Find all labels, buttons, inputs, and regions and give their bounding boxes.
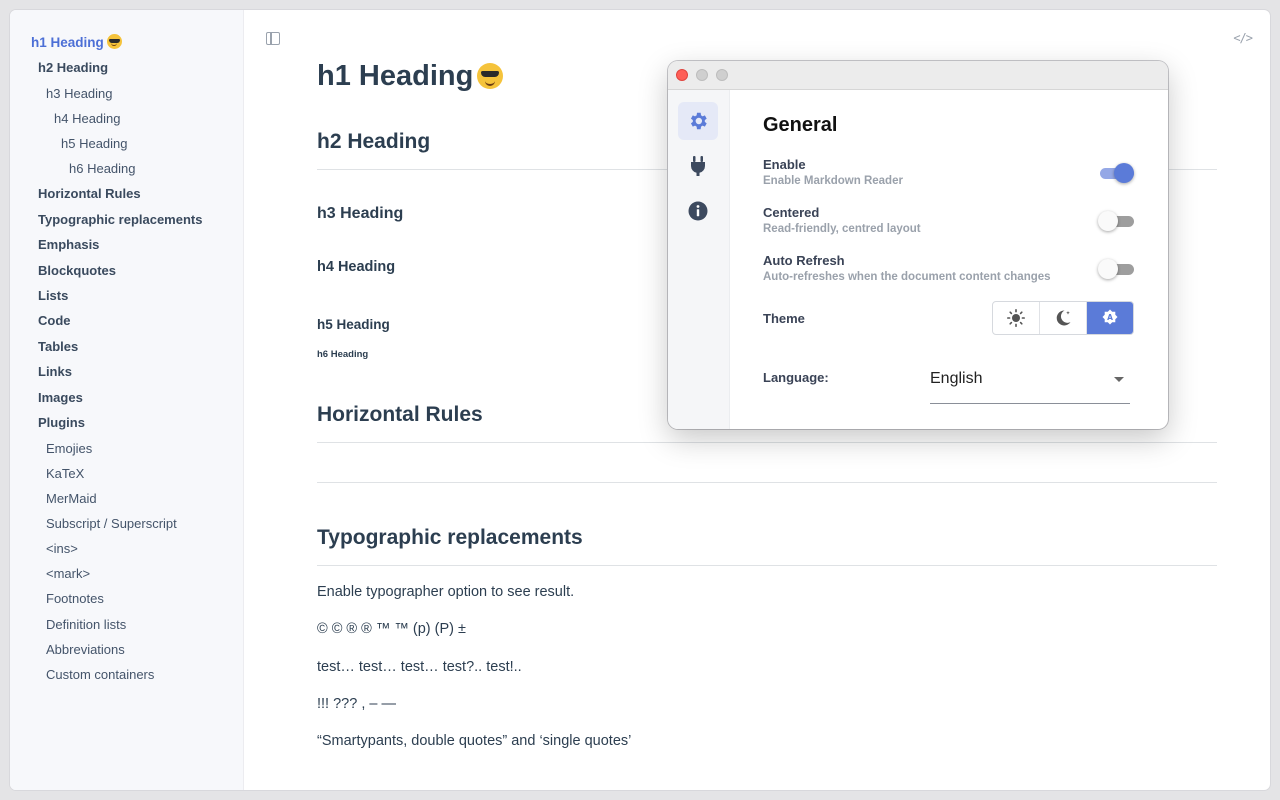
gear-icon [690, 112, 707, 130]
nav-general[interactable] [678, 102, 718, 140]
toc-item[interactable]: Subscript / Superscript [46, 516, 177, 531]
option-label: Centered [763, 205, 820, 220]
toc-sidebar: h1 Heading h2 Heading h3 Heading h4 Head… [10, 10, 244, 790]
option-description: Enable Markdown Reader [763, 175, 903, 187]
theme-light-button[interactable] [993, 302, 1040, 334]
heading-underline [317, 442, 1217, 443]
horizontal-rule [317, 482, 1217, 483]
auto-theme-icon: A [1102, 309, 1118, 325]
sunglasses-emoji-icon [477, 63, 504, 89]
toc-item[interactable]: h3 Heading [46, 86, 113, 101]
h3-heading: h3 Heading [317, 205, 404, 222]
h4-heading: h4 Heading [317, 259, 396, 275]
panel-title: General [763, 114, 838, 136]
code-view-icon[interactable]: </> [1233, 31, 1253, 45]
toc-item[interactable]: Custom containers [46, 667, 154, 682]
toc-item[interactable]: Footnotes [46, 591, 104, 606]
toc-item[interactable]: KaTeX [46, 466, 84, 481]
heading-underline [317, 565, 1217, 566]
toggle-knob [1114, 163, 1134, 183]
paragraph: Enable typographer option to see result. [317, 584, 575, 600]
toc-item[interactable]: Code [38, 313, 71, 328]
theme-label: Theme [763, 311, 805, 326]
toggle-knob [1098, 211, 1118, 231]
sidebar-toggle-icon[interactable] [266, 32, 280, 45]
h2-heading: h2 Heading [317, 130, 431, 153]
paragraph: test… test… test… test?.. test!.. [317, 659, 522, 675]
toc-item[interactable]: Lists [38, 288, 68, 303]
paragraph: !!! ??? , – — [317, 696, 396, 712]
minimize-button[interactable] [696, 69, 708, 81]
centered-toggle[interactable] [1098, 211, 1134, 231]
toc-item[interactable]: h4 Heading [54, 111, 121, 126]
nav-plugins[interactable] [678, 147, 718, 185]
toc-item[interactable]: Horizontal Rules [38, 186, 141, 201]
toggle-knob [1098, 259, 1118, 279]
zoom-button[interactable] [716, 69, 728, 81]
close-button[interactable] [676, 69, 688, 81]
h6-heading: h6 Heading [317, 349, 369, 360]
toc-item[interactable]: <ins> [46, 541, 78, 556]
chevron-down-icon [1114, 377, 1124, 382]
typographic-replacements-heading: Typographic replacements [317, 526, 583, 549]
toc-item[interactable]: h6 Heading [69, 161, 136, 176]
toc-item[interactable]: <mark> [46, 566, 90, 581]
h1-heading: h1 Heading [317, 60, 504, 93]
theme-selector: A [992, 301, 1134, 335]
plug-icon [691, 156, 705, 176]
h5-heading: h5 Heading [317, 317, 390, 332]
paragraph: “Smartypants, double quotes” and ‘single… [317, 733, 632, 749]
sun-icon [1007, 309, 1025, 327]
theme-auto-button[interactable]: A [1087, 302, 1133, 334]
info-icon [688, 201, 708, 221]
auto-refresh-toggle[interactable] [1098, 259, 1134, 279]
moon-icon [1056, 310, 1071, 326]
language-select[interactable]: English [930, 358, 1130, 404]
toc-item[interactable]: Emphasis [38, 237, 99, 252]
svg-text:A: A [1107, 313, 1113, 322]
option-label: Enable [763, 157, 806, 172]
option-label: Auto Refresh [763, 253, 845, 268]
horizontal-rules-heading: Horizontal Rules [317, 403, 483, 426]
paragraph: © © ® ® ™ ™ (p) (P) ± [317, 621, 466, 637]
toc-item[interactable]: h2 Heading [38, 60, 108, 75]
toc-item[interactable]: h5 Heading [61, 136, 128, 151]
toc-item[interactable]: MerMaid [46, 491, 97, 506]
toc-item[interactable]: Plugins [38, 415, 85, 430]
toc-item[interactable]: h1 Heading [31, 34, 122, 50]
toc-item[interactable]: Abbreviations [46, 642, 125, 657]
nav-about[interactable] [678, 192, 718, 230]
dialog-titlebar [668, 61, 1168, 90]
toc-item[interactable]: Definition lists [46, 617, 126, 632]
option-description: Auto-refreshes when the document content… [763, 271, 1051, 283]
sunglasses-emoji-icon [106, 34, 122, 49]
toc-item[interactable]: Tables [38, 339, 78, 354]
toc-item[interactable]: Images [38, 390, 83, 405]
toc-item[interactable]: Links [38, 364, 72, 379]
option-description: Read-friendly, centred layout [763, 223, 921, 235]
toc-item[interactable]: Emojies [46, 441, 92, 456]
language-value: English [930, 370, 983, 387]
toc-item[interactable]: Typographic replacements [38, 212, 202, 227]
toc-item[interactable]: Blockquotes [38, 263, 116, 278]
settings-dialog: General Enable Enable Markdown Reader Ce… [668, 61, 1168, 429]
language-label: Language: [763, 370, 829, 385]
settings-nav [668, 90, 730, 429]
enable-toggle[interactable] [1098, 163, 1134, 183]
theme-dark-button[interactable] [1040, 302, 1087, 334]
